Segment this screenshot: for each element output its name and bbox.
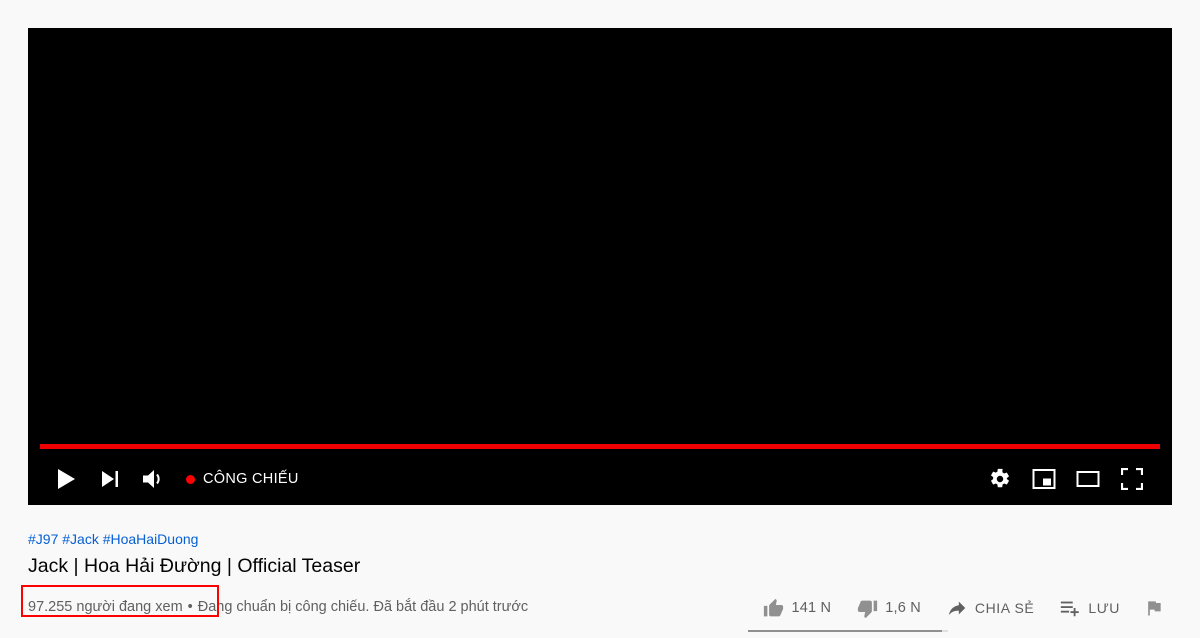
report-button[interactable] bbox=[1136, 588, 1172, 628]
share-label: CHIA SẺ bbox=[974, 600, 1035, 616]
youtube-watch-page: CÔNG CHIẾU #J97 #Jack #HoaHaiDuong Jack … bbox=[0, 0, 1200, 638]
fullscreen-button[interactable] bbox=[1110, 457, 1154, 501]
save-to-playlist-icon bbox=[1058, 596, 1082, 620]
play-button[interactable] bbox=[44, 457, 88, 501]
settings-button[interactable] bbox=[978, 457, 1022, 501]
theater-button[interactable] bbox=[1066, 457, 1110, 501]
player-controls-right bbox=[978, 457, 1154, 501]
play-icon bbox=[56, 468, 76, 490]
like-button[interactable]: 141 N bbox=[754, 588, 840, 628]
premiere-status-text: Đang chuẩn bị công chiếu. Đã bắt đầu 2 p… bbox=[197, 599, 529, 615]
miniplayer-icon bbox=[1032, 468, 1056, 490]
progress-played bbox=[40, 444, 1160, 449]
progress-bar[interactable] bbox=[40, 444, 1160, 449]
save-label: LƯU bbox=[1088, 600, 1120, 616]
hashtag-link[interactable]: #J97 #Jack #HoaHaiDuong bbox=[28, 531, 198, 547]
rating-group: 141 N 1,6 N bbox=[746, 588, 948, 632]
page-title: Jack | Hoa Hải Đường | Official Teaser bbox=[28, 555, 361, 577]
viewer-count: 97.255 người đang xem bbox=[21, 585, 219, 617]
like-count: 141 N bbox=[791, 600, 832, 616]
share-icon bbox=[945, 596, 969, 620]
volume-icon bbox=[142, 468, 166, 490]
dislike-count: 1,6 N bbox=[885, 600, 921, 616]
player-controls: CÔNG CHIẾU bbox=[28, 453, 1172, 505]
gear-icon bbox=[989, 468, 1011, 490]
flag-icon bbox=[1142, 596, 1166, 620]
player-controls-left: CÔNG CHIẾU bbox=[44, 457, 299, 501]
save-button[interactable]: LƯU bbox=[1050, 588, 1128, 628]
miniplayer-button[interactable] bbox=[1022, 457, 1066, 501]
video-meta-row: 97.255 người đang xem • Đang chuẩn bị cô… bbox=[21, 585, 1172, 632]
share-button[interactable]: CHIA SẺ bbox=[937, 588, 1042, 628]
fullscreen-icon bbox=[1121, 468, 1143, 490]
thumbs-up-icon bbox=[762, 596, 786, 620]
video-info-section: #J97 #Jack #HoaHaiDuong Jack | Hoa Hải Đ… bbox=[21, 512, 1172, 632]
viewer-count-text: 97.255 người đang xem bbox=[28, 599, 183, 615]
next-track-icon bbox=[100, 469, 120, 489]
meta-separator: • bbox=[187, 599, 193, 615]
dislike-button[interactable]: 1,6 N bbox=[847, 588, 929, 628]
view-status-line: 97.255 người đang xem • Đang chuẩn bị cô… bbox=[21, 585, 529, 617]
theater-mode-icon bbox=[1076, 468, 1100, 490]
premiere-label: CÔNG CHIẾU bbox=[203, 471, 299, 487]
like-ratio-bar bbox=[747, 630, 948, 632]
like-ratio-fill bbox=[747, 630, 942, 632]
hashtag-list[interactable]: #J97 #Jack #HoaHaiDuong bbox=[28, 512, 1172, 549]
volume-button[interactable] bbox=[132, 457, 176, 501]
video-player[interactable]: CÔNG CHIẾU bbox=[28, 28, 1172, 505]
live-dot-icon bbox=[186, 474, 195, 484]
thumbs-down-icon bbox=[855, 596, 879, 620]
video-surface[interactable] bbox=[28, 28, 1172, 505]
premiere-badge[interactable]: CÔNG CHIẾU bbox=[186, 471, 299, 487]
video-action-buttons: 141 N 1,6 N CHIA SẺ LƯU bbox=[746, 588, 1172, 632]
next-button[interactable] bbox=[88, 457, 132, 501]
